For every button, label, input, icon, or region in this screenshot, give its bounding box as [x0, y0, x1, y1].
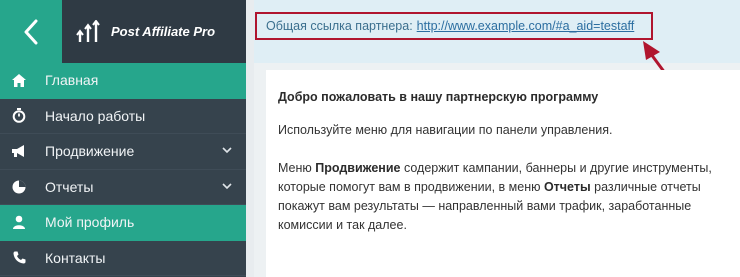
sidebar-item-label: Продвижение	[45, 143, 135, 160]
sidebar-item-label: Мой профиль	[45, 214, 135, 231]
back-button[interactable]	[0, 0, 62, 63]
sidebar-item-reports[interactable]: Отчеты	[0, 170, 246, 205]
sidebar-nav: Главная Начало работы Продвижение Отчеты…	[0, 63, 246, 277]
sidebar-item-promotion[interactable]: Продвижение	[0, 134, 246, 170]
sidebar-item-label: Контакты	[45, 249, 106, 266]
sidebar-item-label: Начало работы	[45, 107, 146, 124]
menu-description-text: Меню	[278, 161, 316, 175]
sidebar-item-label: Отчеты	[45, 178, 94, 195]
sidebar-item-label: Главная	[45, 72, 99, 89]
home-icon	[11, 72, 27, 88]
chevron-down-icon	[222, 147, 232, 154]
megaphone-icon	[11, 143, 27, 159]
intro-text: Используйте меню для навигации по панели…	[278, 123, 613, 137]
user-icon	[11, 214, 27, 230]
reports-highlight: Отчеты	[543, 180, 591, 194]
sidebar-item-contacts[interactable]: Контакты	[0, 241, 246, 276]
chevron-left-icon	[24, 19, 38, 44]
sidebar-item-getting-started[interactable]: Начало работы	[0, 99, 246, 134]
sidebar-item-my-profile[interactable]: Мой профиль	[0, 205, 246, 241]
sidebar-item-home[interactable]: Главная	[0, 63, 246, 99]
stopwatch-icon	[11, 108, 27, 124]
chevron-down-icon	[222, 182, 232, 189]
phone-icon	[11, 250, 27, 266]
promotion-highlight: Продвижение	[315, 161, 401, 175]
welcome-title: Добро пожаловать в нашу партнерскую прог…	[278, 90, 599, 104]
partner-link-label: Общая ссылка партнера:	[266, 19, 413, 33]
menu-description: Меню Продвижение содержит кампании, банн…	[278, 159, 728, 235]
partner-link-box: Общая ссылка партнера: http://www.exampl…	[255, 12, 653, 40]
brand-logo-icon	[76, 19, 100, 42]
brand-header: Post Affiliate Pro	[62, 0, 246, 63]
sidebar-divider	[246, 0, 254, 277]
partner-link-url[interactable]: http://www.example.com/#a_aid=testaff	[417, 19, 635, 33]
main-content: Добро пожаловать в нашу партнерскую прог…	[266, 70, 740, 277]
brand-name: Post Affiliate Pro	[111, 24, 216, 39]
pie-chart-icon	[11, 179, 27, 195]
